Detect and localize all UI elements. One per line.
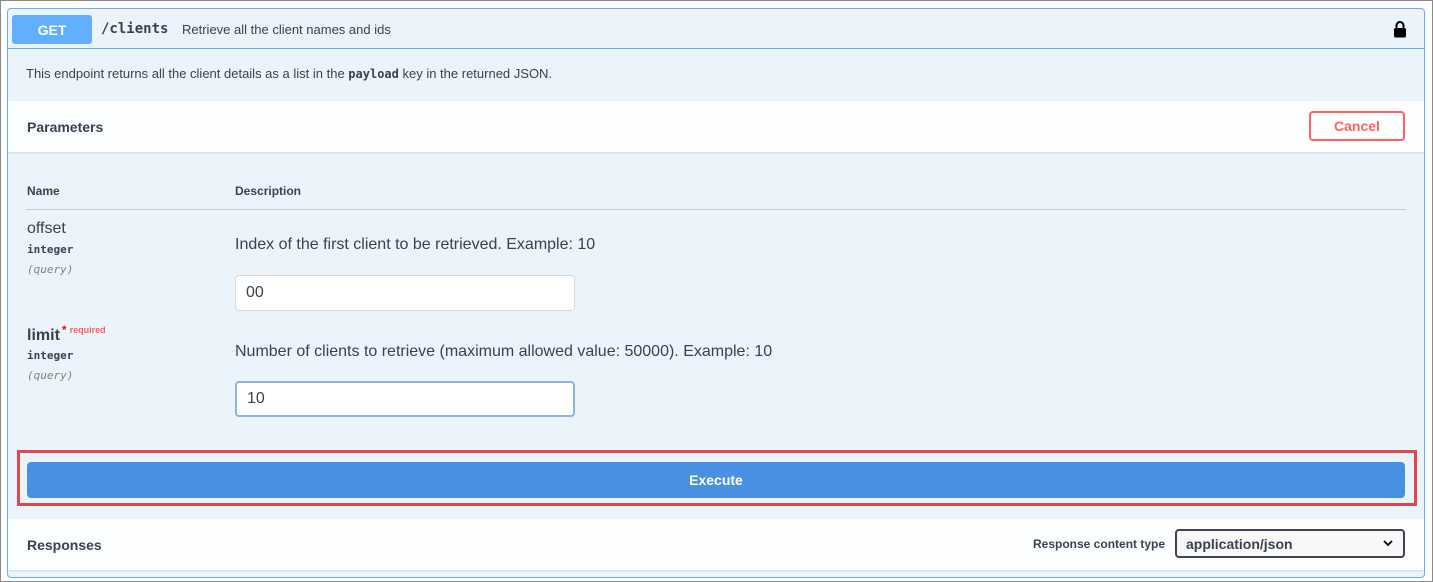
endpoint-summary: Retrieve all the client names and ids [182, 22, 391, 37]
response-content-type-label: Response content type [1033, 537, 1166, 551]
operation-summary[interactable]: GET /clients Retrieve all the client nam… [8, 9, 1424, 49]
responses-title: Responses [27, 537, 102, 553]
table-divider [26, 209, 1406, 210]
param-location-offset: (query) [27, 263, 74, 276]
description-text-end: key in the returned JSON. [398, 66, 553, 81]
limit-input[interactable] [235, 381, 575, 417]
execute-button[interactable]: Execute [27, 462, 1405, 498]
cancel-button[interactable]: Cancel [1309, 111, 1405, 141]
chevron-down-icon [1383, 540, 1393, 547]
column-header-name: Name [27, 184, 60, 198]
param-description-offset: Index of the first client to be retrieve… [235, 236, 596, 253]
param-description-limit: Number of clients to retrieve (maximum a… [235, 343, 773, 360]
screenshot-frame: GET /clients Retrieve all the client nam… [0, 0, 1433, 582]
lock-icon[interactable] [1393, 20, 1407, 38]
param-name-limit: limit * required [27, 323, 106, 345]
param-type-limit: integer [27, 349, 74, 362]
parameters-header: Parameters Cancel [8, 101, 1424, 152]
endpoint-path: /clients [101, 21, 169, 37]
param-name-offset: offset [27, 220, 66, 237]
param-name-limit-text: limit [27, 327, 60, 344]
required-label: required [69, 325, 106, 335]
responses-header: Responses Response content type applicat… [8, 519, 1424, 570]
payload-code: payload [348, 67, 399, 81]
endpoint-description: This endpoint returns all the client det… [26, 66, 552, 81]
response-content-type-select[interactable]: application/json [1175, 529, 1405, 558]
description-text: This endpoint returns all the client det… [26, 66, 349, 81]
operation-block-get-clients: GET /clients Retrieve all the client nam… [7, 8, 1425, 578]
required-star: * [61, 323, 67, 337]
offset-input[interactable] [235, 275, 575, 311]
http-method-badge: GET [12, 15, 92, 44]
response-content-type-value: application/json [1186, 535, 1293, 552]
param-location-limit: (query) [27, 369, 74, 382]
parameters-title: Parameters [27, 119, 104, 135]
param-type-offset: integer [27, 243, 74, 256]
column-header-description: Description [235, 184, 302, 198]
